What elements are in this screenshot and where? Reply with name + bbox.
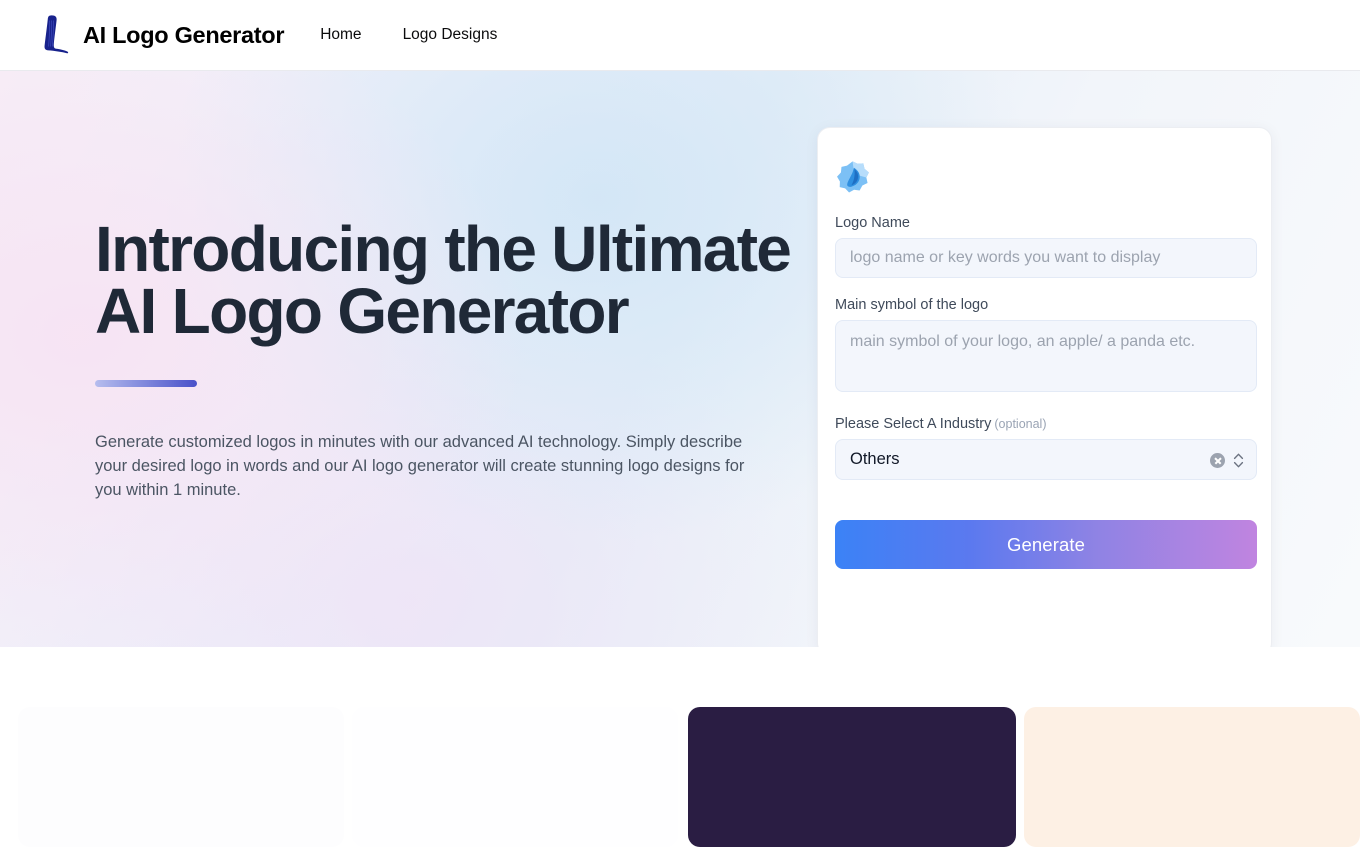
nav-link-home[interactable]: Home [320,26,361,44]
preview-panel-dark[interactable] [688,707,1016,847]
hero-description: Generate customized logos in minutes wit… [95,433,745,500]
main-symbol-label: Main symbol of the logo [835,297,989,313]
white-spacer-block [1099,647,1360,705]
preview-panel-1[interactable] [18,707,344,847]
industry-select-icons [1210,440,1244,481]
logo-name-label: Logo Name [835,215,910,231]
brand-title: AI Logo Generator [83,21,285,48]
blue-gem-icon [837,161,869,193]
main-symbol-textarea[interactable] [835,320,1257,392]
page-title: Introducing the Ultimate AI Logo Generat… [95,217,795,347]
main-nav: Home Logo Designs [320,26,497,44]
logo-generator-form-card: Logo Name Main symbol of the logo Please… [817,127,1272,647]
generate-button[interactable]: Generate [835,520,1257,569]
nav-link-logo-designs[interactable]: Logo Designs [403,26,498,44]
industry-optional-tag: (optional) [994,417,1047,431]
preview-panel-2[interactable] [352,707,678,847]
hero-heading-line-2: AI Logo Generator [95,275,630,347]
chevron-up-down-icon[interactable] [1233,452,1244,469]
preview-panel-cream[interactable] [1024,707,1360,847]
industry-selected-value: Others [850,450,900,468]
hero-section: Introducing the Ultimate AI Logo Generat… [0,71,1360,647]
logo-preview-strip [0,647,1360,847]
stylized-l-logo-icon [44,15,69,54]
site-header: AI Logo Generator Home Logo Designs [0,0,1360,71]
industry-label: Please Select A Industry (optional) [835,416,1254,432]
industry-label-text: Please Select A Industry [835,416,992,432]
brand-logo-link[interactable]: AI Logo Generator [40,14,285,56]
industry-select[interactable]: Others [835,439,1257,480]
clear-circle-x-icon[interactable] [1210,453,1225,468]
hero-text-block: Introducing the Ultimate AI Logo Generat… [95,217,795,503]
accent-divider-bar [95,380,197,387]
logo-name-input[interactable] [835,238,1257,278]
